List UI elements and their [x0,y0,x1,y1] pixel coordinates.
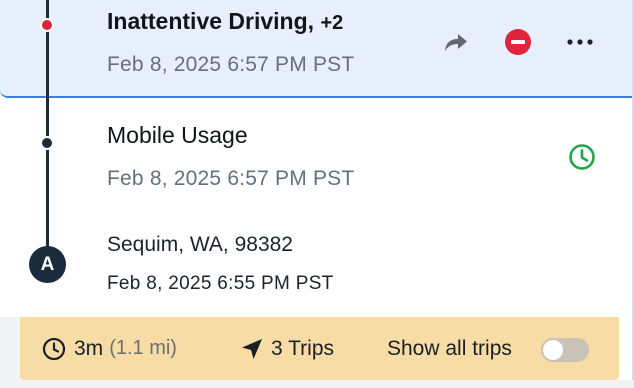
clock-icon [42,337,66,361]
toggle-knob [543,340,563,360]
trips-label: 3 Trips [271,336,335,360]
timeline-line [46,0,49,262]
footer-gutter-bottom [0,380,634,388]
start-point-badge: A [29,246,66,283]
start-timestamp: Feb 8, 2025 6:55 PM PST [107,273,334,294]
event-title[interactable]: Inattentive Driving, +2 [107,8,343,35]
event-timestamp: Feb 8, 2025 6:57 PM PST [107,167,355,190]
event-timestamp: Feb 8, 2025 6:57 PM PST [107,53,355,76]
trip-timeline-panel: A Inattentive Driving, +2 Feb 8, 2025 6:… [0,0,634,388]
event-title-text: Inattentive Driving, [107,8,315,34]
event-extra-count: +2 [320,12,344,34]
event-marker-dark [40,136,54,150]
share-icon [445,34,467,51]
footer-gutter [0,317,20,388]
remove-button[interactable] [503,28,533,56]
start-location: Sequim, WA, 98382 [107,233,293,256]
trip-summary-bar: 3m (1.1 mi) 3 Trips Show all trips [20,317,619,380]
event-title[interactable]: Mobile Usage [107,122,248,149]
more-icon [567,39,593,45]
remove-icon [505,29,531,55]
share-button[interactable] [441,28,471,56]
duration-value: 3m [74,336,104,360]
show-all-trips-label: Show all trips [387,336,512,360]
trips-count[interactable]: 3 Trips [241,317,334,380]
more-options-button[interactable] [564,28,596,56]
distance-value: (1.1 mi) [109,337,177,359]
event-marker-red [40,18,54,32]
clock-icon [569,144,595,170]
status-clock [566,142,598,172]
show-all-trips-toggle[interactable] [541,338,589,362]
trip-duration: 3m (1.1 mi) [42,317,177,380]
navigation-arrow-icon [241,338,263,360]
